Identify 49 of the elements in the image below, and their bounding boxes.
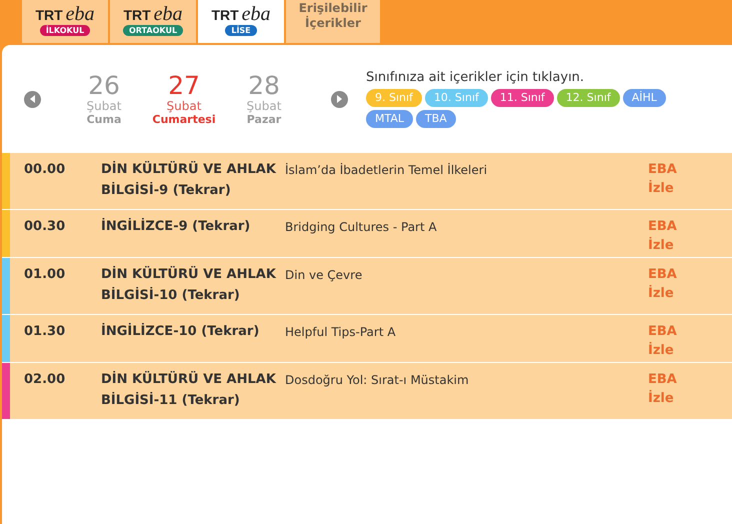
logo-text: eba [242, 7, 271, 21]
time-text: 01.30 [23, 323, 66, 341]
watch-link[interactable]: EBA [648, 321, 677, 343]
topic-text: İslam’da İbadetlerin Temel İlkeleri [284, 162, 488, 179]
class-tag[interactable]: 11. Sınıf [490, 89, 554, 107]
lesson-text: DİN KÜLTÜRÜ VE AHLAK BİLGİSİ-10 (Tekrar) [101, 265, 277, 305]
lesson-text: İNGİLİZCE-10 (Tekrar) [101, 322, 260, 341]
watch-link[interactable]: EBA [648, 369, 677, 391]
class-tag[interactable]: 12. Sınıf [556, 89, 620, 107]
brand-text: TRT [35, 8, 63, 22]
logo-text: eba [66, 7, 95, 21]
class-tag[interactable]: MTAL [366, 110, 414, 128]
logo-text: eba [154, 7, 183, 21]
class-tag[interactable]: TBA [416, 110, 456, 128]
level-badge: ORTAOKUL [122, 25, 184, 36]
class-tag[interactable]: AİHL [622, 89, 666, 107]
brand-text: TRT [211, 8, 239, 22]
level-tab[interactable]: TRT eba LİSE [198, 0, 284, 43]
watch-link[interactable]: EBA [648, 159, 677, 181]
watch-link[interactable]: EBA [648, 264, 677, 286]
watch-link[interactable]: İzle [648, 340, 677, 362]
lesson-text: DİN KÜLTÜRÜ VE AHLAK BİLGİSİ-11 (Tekrar) [101, 370, 277, 410]
watch-link[interactable]: İzle [648, 235, 677, 257]
topic-text: Dosdoğru Yol: Sırat-ı Müstakim [284, 372, 470, 389]
level-tab[interactable]: TRT eba ORTAOKUL [110, 0, 196, 43]
watch-link[interactable]: İzle [648, 283, 677, 305]
brand-text: TRT [123, 8, 151, 22]
watch-link[interactable]: İzle [648, 388, 677, 410]
watch-link[interactable]: İzle [648, 178, 677, 200]
date-item[interactable]: 26 Şubat Cuma [65, 72, 143, 126]
topic-text: Bridging Cultures - Part A [284, 219, 438, 236]
class-tag[interactable]: 10. Sınıf [424, 89, 488, 107]
level-badge: LİSE [225, 25, 257, 36]
lesson-text: İNGİLİZCE-9 (Tekrar) [101, 217, 252, 236]
lesson-text: DİN KÜLTÜRÜ VE AHLAK BİLGİSİ-9 (Tekrar) [101, 160, 277, 200]
accessible-content-tab[interactable]: Erişilebilir İçerikler [286, 0, 380, 43]
watch-link[interactable]: EBA [648, 216, 677, 238]
date-item[interactable]: 28 Şubat Pazar [225, 72, 303, 126]
class-tag[interactable]: 9. Sınıf [366, 89, 422, 107]
time-text: 02.00 [23, 371, 66, 389]
level-tab[interactable]: TRT eba İLKOKUL [22, 0, 108, 43]
topic-text: Helpful Tips-Part A [284, 324, 397, 341]
date-item[interactable]: 27 Şubat Cumartesi [145, 72, 223, 126]
level-badge: İLKOKUL [40, 25, 90, 36]
time-text: 00.00 [23, 161, 66, 179]
time-text: 01.00 [23, 266, 66, 284]
class-prompt: Sınıfınıza ait içerikler için tıklayın. [366, 70, 586, 85]
time-text: 00.30 [23, 218, 66, 236]
topic-text: Din ve Çevre [284, 267, 364, 284]
